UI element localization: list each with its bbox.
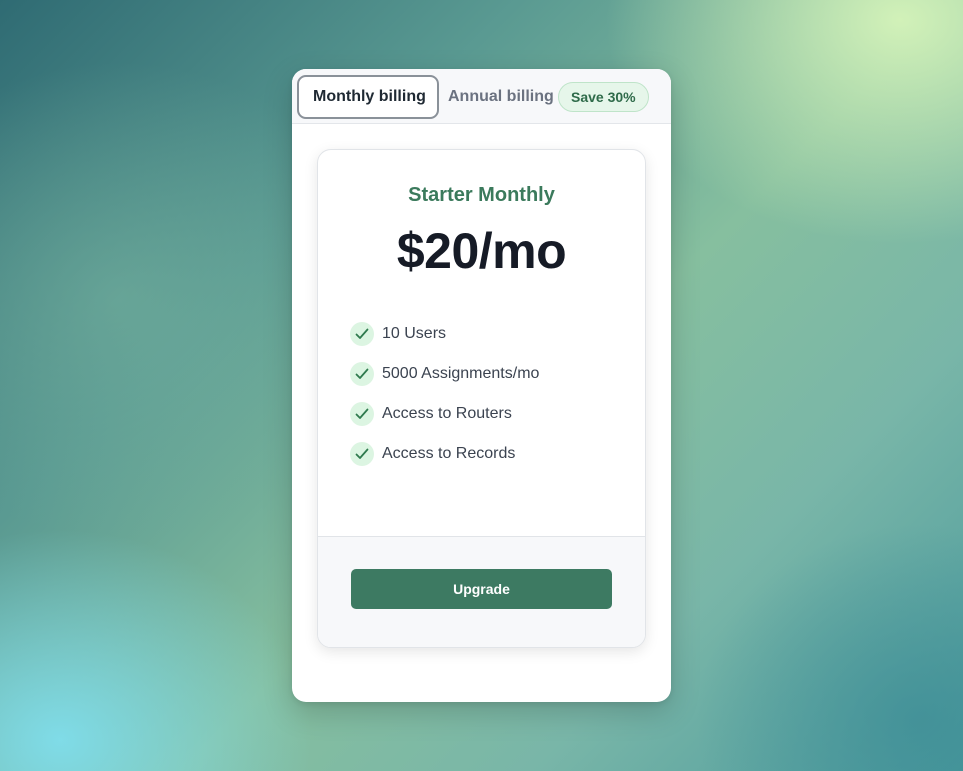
check-icon	[350, 362, 374, 386]
plan-price: $20/mo	[396, 223, 567, 279]
feature-label: 5000 Assignments/mo	[382, 365, 540, 382]
plan-name: Starter Monthly	[408, 184, 555, 206]
check-icon	[350, 322, 374, 346]
feature-item: 10 Users	[350, 314, 539, 354]
tab-monthly-billing[interactable]: Monthly billing	[297, 75, 439, 119]
save-badge: Save 30%	[558, 82, 649, 112]
feature-label: Access to Routers	[382, 405, 512, 422]
feature-list: 10 Users 5000 Assignments/mo Access to R…	[350, 314, 539, 474]
feature-item: 5000 Assignments/mo	[350, 354, 539, 394]
feature-label: Access to Records	[382, 445, 516, 462]
plan-card: Starter Monthly $20/mo 10 Users 5000 Ass…	[317, 149, 646, 648]
check-icon	[350, 442, 374, 466]
check-icon	[350, 402, 374, 426]
pricing-panel: Monthly billing Annual billing Save 30% …	[292, 69, 671, 702]
billing-tabs: Monthly billing Annual billing Save 30%	[292, 69, 671, 124]
feature-label: 10 Users	[382, 325, 447, 342]
feature-item: Access to Records	[350, 434, 539, 474]
tab-annual-billing[interactable]: Annual billing	[434, 75, 568, 119]
upgrade-button[interactable]: Upgrade	[351, 569, 612, 609]
card-footer: Upgrade	[318, 536, 645, 647]
feature-item: Access to Routers	[350, 394, 539, 434]
